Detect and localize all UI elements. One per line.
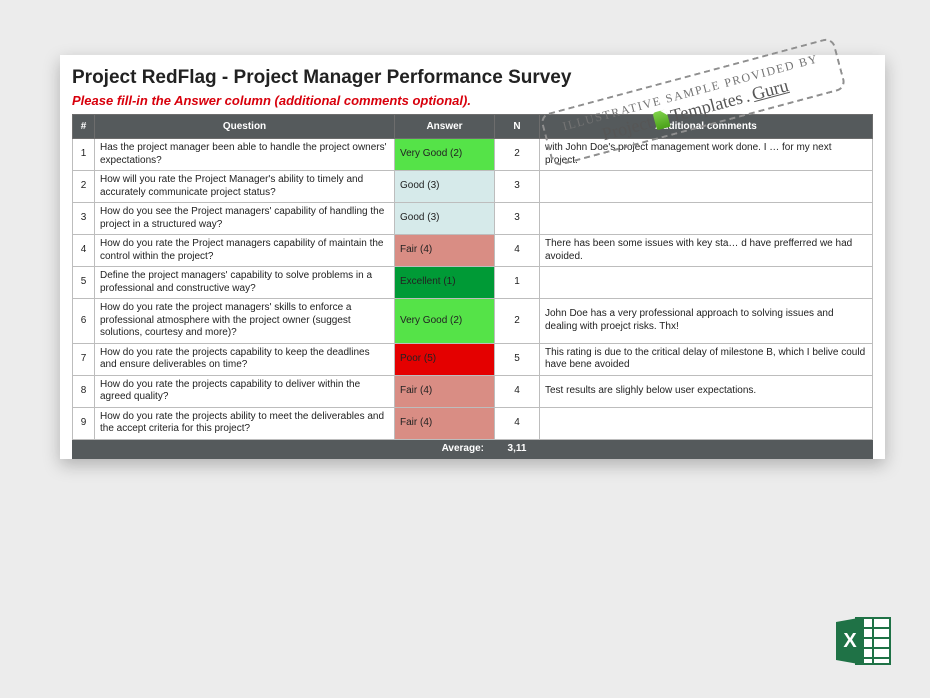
answer-cell[interactable]: Very Good (2) [395,139,495,171]
score-cell: 4 [495,407,540,439]
comment-cell[interactable]: Test results are slighly below user expe… [540,375,873,407]
row-number: 9 [73,407,95,439]
table-row: 6How do you rate the project managers' s… [73,299,873,344]
spreadsheet-panel: Project RedFlag - Project Manager Perfor… [60,55,885,459]
table-row: 5Define the project managers' capability… [73,267,873,299]
instruction-text: Please fill-in the Answer column (additi… [72,89,873,114]
row-number: 6 [73,299,95,344]
table-row: 2How will you rate the Project Manager's… [73,171,873,203]
answer-cell[interactable]: Excellent (1) [395,267,495,299]
table-row: 7How do you rate the projects capability… [73,343,873,375]
comment-cell[interactable]: This rating is due to the critical delay… [540,343,873,375]
answer-cell[interactable]: Very Good (2) [395,299,495,344]
score-cell: 5 [495,343,540,375]
row-number: 3 [73,203,95,235]
question-cell: How do you rate the projects capability … [95,343,395,375]
col-header-n: N [495,115,540,139]
table-row: 9How do you rate the projects ability to… [73,407,873,439]
average-row: Average: 3,11 [73,439,873,459]
question-cell: How do you rate the projects ability to … [95,407,395,439]
row-number: 4 [73,235,95,267]
col-header-num: # [73,115,95,139]
answer-cell[interactable]: Fair (4) [395,407,495,439]
question-cell: How do you see the Project managers' cap… [95,203,395,235]
question-cell: How will you rate the Project Manager's … [95,171,395,203]
answer-cell[interactable]: Fair (4) [395,235,495,267]
question-cell: How do you rate the Project managers cap… [95,235,395,267]
page-title: Project RedFlag - Project Manager Perfor… [72,65,873,89]
answer-cell[interactable]: Good (3) [395,203,495,235]
score-cell: 3 [495,171,540,203]
comment-cell[interactable] [540,267,873,299]
row-number: 7 [73,343,95,375]
row-number: 8 [73,375,95,407]
col-header-comments: Additional comments [540,115,873,139]
question-cell: Has the project manager been able to han… [95,139,395,171]
answer-cell[interactable]: Good (3) [395,171,495,203]
question-cell: How do you rate the projects capability … [95,375,395,407]
score-cell: 2 [495,299,540,344]
excel-icon: X [834,614,892,668]
comment-cell[interactable]: John Doe has a very professional approac… [540,299,873,344]
comment-cell[interactable]: with John Doe's project management work … [540,139,873,171]
answer-cell[interactable]: Poor (5) [395,343,495,375]
survey-table: # Question Answer N Additional comments … [72,114,873,459]
table-row: 4How do you rate the Project managers ca… [73,235,873,267]
row-number: 1 [73,139,95,171]
col-header-question: Question [95,115,395,139]
score-cell: 1 [495,267,540,299]
score-cell: 3 [495,203,540,235]
answer-cell[interactable]: Fair (4) [395,375,495,407]
comment-cell[interactable] [540,407,873,439]
question-cell: How do you rate the project managers' sk… [95,299,395,344]
comment-cell[interactable] [540,171,873,203]
average-blank [540,439,873,459]
score-cell: 2 [495,139,540,171]
col-header-answer: Answer [395,115,495,139]
table-header-row: # Question Answer N Additional comments [73,115,873,139]
comment-cell[interactable] [540,203,873,235]
row-number: 2 [73,171,95,203]
row-number: 5 [73,267,95,299]
average-value: 3,11 [495,439,540,459]
comment-cell[interactable]: There has been some issues with key sta…… [540,235,873,267]
score-cell: 4 [495,235,540,267]
table-row: 3How do you see the Project managers' ca… [73,203,873,235]
svg-text:X: X [843,630,857,652]
score-cell: 4 [495,375,540,407]
table-row: 8How do you rate the projects capability… [73,375,873,407]
question-cell: Define the project managers' capability … [95,267,395,299]
table-row: 1Has the project manager been able to ha… [73,139,873,171]
average-label: Average: [73,439,495,459]
